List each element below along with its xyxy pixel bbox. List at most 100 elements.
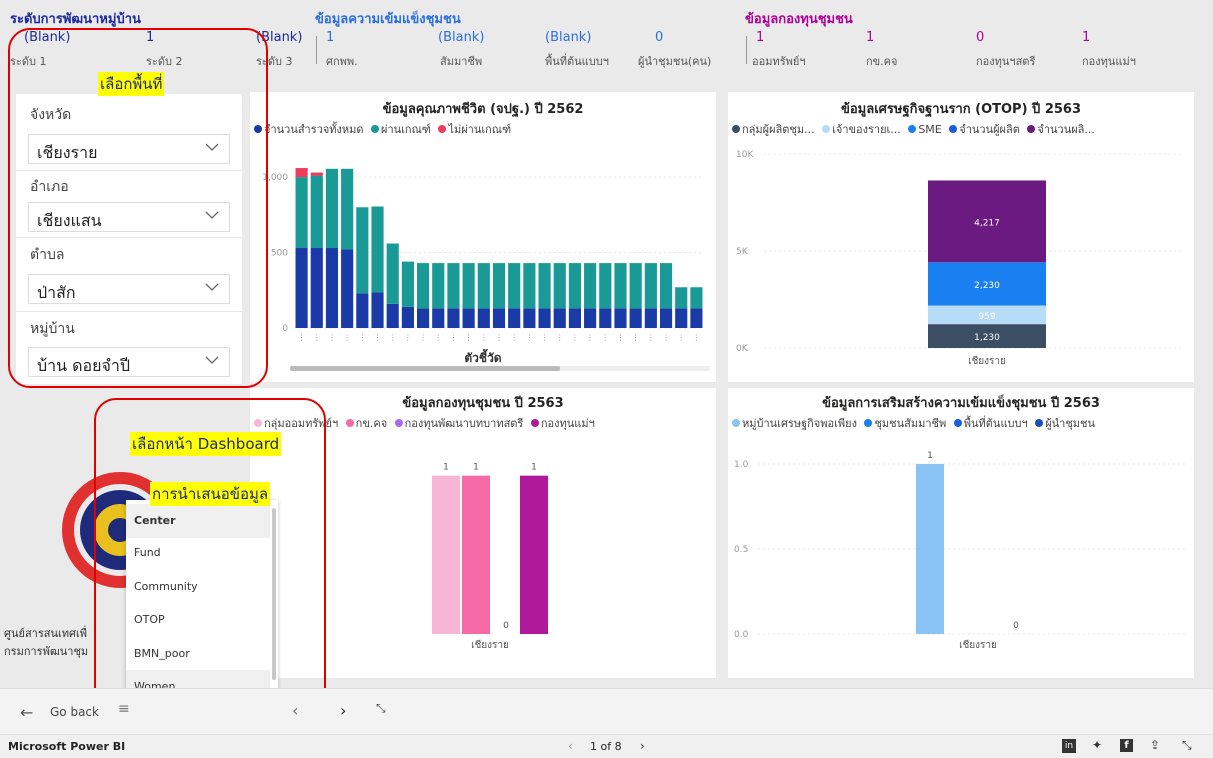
bar-segment xyxy=(584,263,597,309)
kpi-value: 0 xyxy=(655,30,664,45)
bar-segment xyxy=(295,177,308,249)
kpi-value: 1 xyxy=(326,30,335,45)
y-tick-label: 0K xyxy=(736,344,749,354)
legend-label: ผ่านเกณฑ์ xyxy=(381,123,431,136)
y-tick-label: 10K xyxy=(736,150,754,160)
bar-segment xyxy=(629,308,642,328)
bar-segment xyxy=(295,248,308,328)
chart-title: ข้อมูลคุณภาพชีวิต (จปฐ.) ปี 2562 xyxy=(382,102,584,117)
go-back-button[interactable]: Go back xyxy=(50,705,99,719)
x-tick-label: ⋮ xyxy=(586,333,594,342)
kpi-label: ผู้นำชุมชน(คน) xyxy=(638,55,712,68)
bar-segment xyxy=(675,308,688,328)
chart-panel-quality-of-life: ข้อมูลคุณภาพชีวิต (จปฐ.) ปี 2562 จำนวนสำ… xyxy=(250,92,716,382)
bar-segment xyxy=(523,263,536,309)
bar-segment xyxy=(432,263,445,309)
next-page-footer-icon[interactable]: › xyxy=(640,739,645,753)
bar-segment xyxy=(538,263,551,309)
bar-segment xyxy=(310,248,323,328)
data-label: 1,230 xyxy=(974,333,1000,343)
bar-segment xyxy=(417,263,430,309)
divider xyxy=(746,36,747,64)
bar-segment xyxy=(432,308,445,328)
legend-label: จำนวนผู้ผลิต xyxy=(959,123,1020,136)
bar-segment xyxy=(401,306,414,328)
chart-legend: หมู่บ้านเศรษฐกิจพอเพียง ชุมชนสัมมาชีพ พื… xyxy=(732,414,1099,432)
legend-label: ผู้นำชุมชน xyxy=(1045,417,1096,430)
kpi-value: (Blank) xyxy=(438,30,485,45)
bar-segment xyxy=(325,168,339,249)
legend-label: กลุ่มผู้ผลิตชุม... xyxy=(742,123,815,136)
bar-segment xyxy=(644,263,657,309)
bar-segment xyxy=(599,263,612,309)
x-tick-label: ⋮ xyxy=(389,333,397,342)
scrollbar-thumb xyxy=(290,366,560,371)
prev-page-footer-icon[interactable]: ‹ xyxy=(568,739,573,753)
legend-label: SME xyxy=(918,123,942,136)
bar-segment xyxy=(492,263,506,309)
bar-segment xyxy=(447,308,460,328)
next-page-icon[interactable]: › xyxy=(340,701,346,720)
bar-segment xyxy=(477,308,490,328)
data-label: 4,217 xyxy=(974,218,1000,228)
x-tick-label: ⋮ xyxy=(343,333,351,342)
x-tick-label: ⋮ xyxy=(601,333,609,342)
bar-segment xyxy=(690,287,703,309)
chart-title: ข้อมูลการเสริมสร้างความเข้มแข็งชุมชน ปี … xyxy=(822,396,1100,411)
bar-segment xyxy=(508,263,521,309)
kpi-label: กองทุนฯสตรี xyxy=(976,55,1036,68)
bar-segment xyxy=(325,248,339,328)
x-tick-label: ⋮ xyxy=(677,333,685,342)
x-tick-label: ⋮ xyxy=(616,333,624,342)
legend-label: จำนวนสำรวจทั้งหมด xyxy=(264,123,364,136)
chart-panel-otop: ข้อมูลเศรษฐกิจฐานราก (OTOP) ปี 2563 กลุ่… xyxy=(728,92,1194,382)
x-tick-label: ⋮ xyxy=(692,333,700,342)
bar-segment xyxy=(295,168,308,178)
section-title-strength: ข้อมูลความเข้มแข็งชุมชน xyxy=(315,12,461,27)
x-tick-label: ⋮ xyxy=(298,333,306,342)
fullscreen-icon[interactable]: ⤡ xyxy=(1182,738,1192,753)
x-tick-label: ⋮ xyxy=(632,333,640,342)
chart-legend: กลุ่มผู้ผลิตชุม... เจ้าของรายเ... SME จำ… xyxy=(732,120,1099,138)
bar-segment xyxy=(568,308,581,328)
bar xyxy=(520,475,548,634)
bar xyxy=(916,464,944,634)
bar-segment xyxy=(644,308,657,328)
powerbi-footer: Microsoft Power BI ‹ 1 of 8 › in ✦ f ⇪ ⤡ xyxy=(0,734,1213,758)
legend-label: หมู่บ้านเศรษฐกิจพอเพียง xyxy=(742,417,857,430)
share-icon[interactable]: ⇪ xyxy=(1150,738,1160,752)
exit-fullscreen-icon[interactable]: ⤡ xyxy=(376,701,386,716)
bar-segment xyxy=(477,263,490,309)
bar-segment xyxy=(371,206,384,293)
data-label: 0 xyxy=(503,621,509,631)
annotation-presentation: การนำเสนอข้อมูล xyxy=(150,482,271,506)
bar-segment xyxy=(614,263,627,309)
bar-segment xyxy=(417,308,430,328)
bar-segment xyxy=(629,263,642,309)
y-tick-label: 5K xyxy=(736,247,749,257)
bar-segment xyxy=(523,308,536,328)
x-tick-label: ⋮ xyxy=(313,333,321,342)
facebook-icon[interactable]: f xyxy=(1120,739,1133,752)
twitter-icon[interactable]: ✦ xyxy=(1092,738,1102,752)
x-tick-label: ⋮ xyxy=(449,333,457,342)
section-title-fund: ข้อมูลกองทุนชุมชน xyxy=(745,12,853,27)
data-label: 1 xyxy=(443,463,449,473)
x-tick-label: ⋮ xyxy=(434,333,442,342)
chart-strength: 1.0 0.5 0.0 1 0 เชียงราย xyxy=(734,451,1188,651)
back-arrow-icon[interactable]: ← xyxy=(20,703,33,722)
bar xyxy=(432,475,460,634)
x-tick-label: ⋮ xyxy=(358,333,366,342)
pages-menu-icon[interactable]: ≡ xyxy=(118,701,130,717)
x-tick-label: เชียงราย xyxy=(968,355,1006,367)
bar-segment xyxy=(371,292,384,328)
x-tick-label: ⋮ xyxy=(495,333,503,342)
previous-page-icon[interactable]: ‹ xyxy=(292,701,298,720)
linkedin-icon[interactable]: in xyxy=(1062,739,1076,753)
bar-segment xyxy=(356,207,369,294)
chart-legend: จำนวนสำรวจทั้งหมด ผ่านเกณฑ์ ไม่ผ่านเกณฑ์ xyxy=(254,120,515,138)
bar-segment xyxy=(401,261,414,307)
bar-segment xyxy=(462,308,475,328)
kpi-value: 1 xyxy=(1082,30,1091,45)
legend-label: พื้นที่ต้นแบบฯ xyxy=(963,417,1028,430)
